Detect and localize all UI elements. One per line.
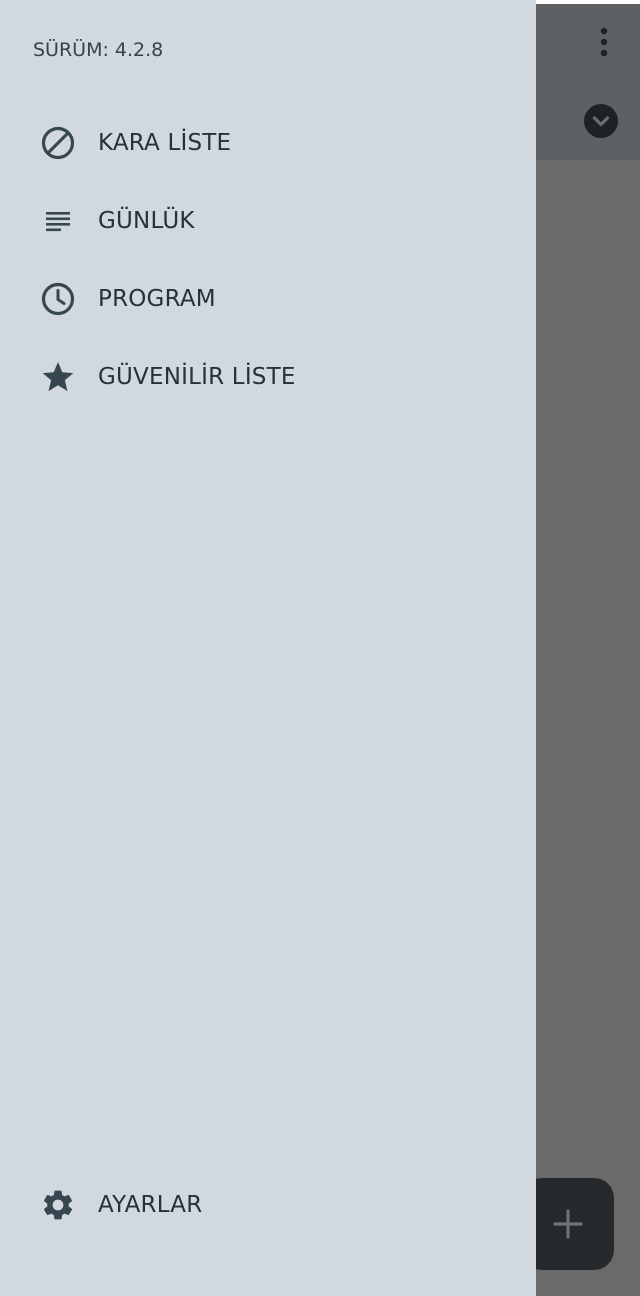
- nav-item-settings[interactable]: AYARLAR: [0, 1173, 536, 1237]
- version-label: SÜRÜM: 4.2.8: [33, 39, 164, 61]
- nav-item-label: GÜNLÜK: [98, 208, 195, 234]
- gear-icon: [40, 1187, 76, 1223]
- list-icon: [40, 203, 76, 239]
- overflow-menu-button[interactable]: [588, 24, 620, 60]
- nav-item-whitelist[interactable]: GÜVENİLİR LİSTE: [0, 345, 536, 409]
- chevron-down-icon: [584, 104, 618, 138]
- nav-item-label: AYARLAR: [98, 1192, 203, 1218]
- star-icon: [40, 359, 76, 395]
- clock-icon: [40, 281, 76, 317]
- block-icon: [40, 125, 76, 161]
- expand-button[interactable]: [583, 103, 619, 139]
- nav-item-schedule[interactable]: PROGRAM: [0, 267, 536, 331]
- nav-item-log[interactable]: GÜNLÜK: [0, 189, 536, 253]
- more-vert-icon: [600, 27, 608, 57]
- navigation-drawer: SÜRÜM: 4.2.8 KARA LİSTE GÜNLÜK PROGRAM G…: [0, 0, 536, 1296]
- plus-icon: [553, 1209, 583, 1239]
- nav-item-label: GÜVENİLİR LİSTE: [98, 364, 296, 390]
- nav-item-blacklist[interactable]: KARA LİSTE: [0, 111, 536, 175]
- nav-item-label: KARA LİSTE: [98, 130, 232, 156]
- nav-item-label: PROGRAM: [98, 286, 216, 312]
